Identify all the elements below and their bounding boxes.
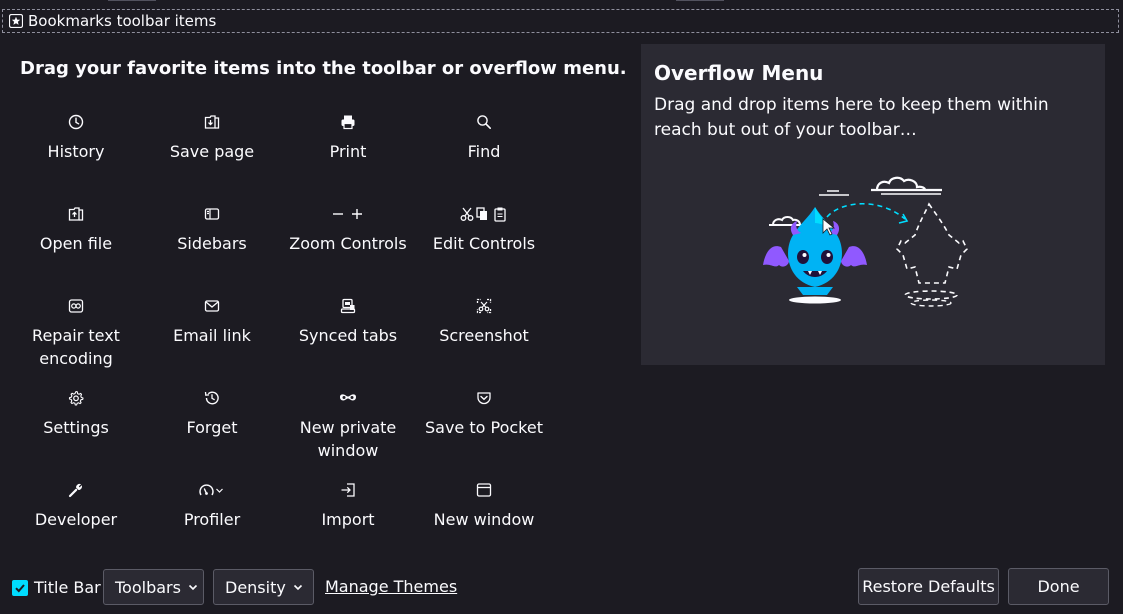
- palette-item-developer[interactable]: Developer: [8, 474, 144, 566]
- density-dropdown[interactable]: Density: [213, 569, 314, 605]
- palette-item-label: Email link: [173, 326, 251, 345]
- palette-item-edit-controls[interactable]: Edit Controls: [416, 198, 552, 290]
- palette-item-new-window[interactable]: New window: [416, 474, 552, 566]
- palette-item-label: New window: [433, 510, 535, 529]
- overflow-menu-title: Overflow Menu: [654, 61, 824, 85]
- palette-item-synced-tabs[interactable]: Synced tabs: [280, 290, 416, 382]
- customize-footer: Title Bar Toolbars Density Manage Themes…: [0, 560, 1123, 614]
- palette-item-find[interactable]: Find: [416, 106, 552, 198]
- overflow-illustration: [759, 169, 989, 309]
- palette-heading: Drag your favorite items into the toolba…: [20, 58, 627, 79]
- palette-item-label: Edit Controls: [432, 234, 536, 253]
- chevron-down-icon: [187, 581, 199, 593]
- pocket-icon: [474, 388, 494, 408]
- palette-item-label: Find: [467, 142, 501, 161]
- sidebar-icon: [202, 204, 222, 224]
- palette-item-label: Open file: [39, 234, 113, 253]
- palette-item-label: History: [47, 142, 105, 161]
- palette-item-label: Developer: [34, 510, 118, 529]
- palette-item-screenshot[interactable]: Screenshot: [416, 290, 552, 382]
- palette-item-label: New private window: [299, 418, 397, 460]
- import-icon: [338, 480, 358, 500]
- tab-edge-mark: [108, 0, 156, 1]
- overflow-menu-panel[interactable]: Overflow Menu Drag and drop items here t…: [641, 44, 1105, 365]
- zoom-minus-plus-icon: [331, 204, 365, 224]
- palette-item-zoom-controls[interactable]: Zoom Controls: [280, 198, 416, 290]
- title-bar-checkbox[interactable]: [12, 580, 28, 596]
- customize-palette: History Save page Print Find Open file S…: [8, 106, 552, 566]
- palette-item-label: Repair text encoding: [32, 326, 120, 368]
- checkmark-icon: [15, 584, 25, 593]
- palette-item-label: Save page: [169, 142, 255, 161]
- profiler-gauge-icon: [198, 480, 226, 500]
- toolbars-dropdown[interactable]: Toolbars: [103, 569, 204, 605]
- palette-item-profiler[interactable]: Profiler: [144, 474, 280, 566]
- gear-icon: [66, 388, 86, 408]
- wrench-icon: [66, 480, 86, 500]
- new-window-icon: [474, 480, 494, 500]
- forget-history-icon: [202, 388, 222, 408]
- palette-item-label: Profiler: [183, 510, 241, 529]
- palette-item-label: Synced tabs: [298, 326, 398, 345]
- palette-item-history[interactable]: History: [8, 106, 144, 198]
- palette-item-label: Forget: [186, 418, 238, 437]
- clock-icon: [66, 112, 86, 132]
- palette-item-label: Save to Pocket: [425, 418, 543, 437]
- palette-item-print[interactable]: Print: [280, 106, 416, 198]
- palette-item-import[interactable]: Import: [280, 474, 416, 566]
- palette-item-label: Sidebars: [177, 234, 247, 253]
- palette-item-settings[interactable]: Settings: [8, 382, 144, 474]
- palette-item-save-to-pocket[interactable]: Save to Pocket: [416, 382, 552, 474]
- search-icon: [474, 112, 494, 132]
- screenshot-icon: [474, 296, 494, 316]
- palette-item-label: Print: [329, 142, 367, 161]
- save-page-icon: [202, 112, 222, 132]
- tab-edge-mark: [676, 0, 724, 1]
- envelope-icon: [202, 296, 222, 316]
- cut-copy-paste-icon: [460, 204, 508, 224]
- palette-item-label: Settings: [43, 418, 109, 437]
- palette-item-label: Import: [321, 510, 375, 529]
- synced-tabs-icon: [338, 296, 358, 316]
- toolbars-dropdown-label: Toolbars: [115, 577, 181, 597]
- done-button[interactable]: Done: [1008, 568, 1109, 605]
- restore-defaults-button[interactable]: Restore Defaults: [858, 568, 999, 605]
- private-mask-icon: [338, 388, 358, 408]
- density-dropdown-label: Density: [225, 577, 286, 597]
- chevron-down-icon: [292, 581, 304, 593]
- palette-item-label: Zoom Controls: [289, 234, 407, 253]
- open-file-icon: [66, 204, 86, 224]
- title-bar-label[interactable]: Title Bar: [34, 578, 101, 597]
- palette-item-new-private-window[interactable]: New private window: [280, 382, 416, 474]
- palette-item-label: Screenshot: [439, 326, 529, 345]
- palette-item-open-file[interactable]: Open file: [8, 198, 144, 290]
- overflow-menu-description: Drag and drop items here to keep them wi…: [654, 95, 1049, 140]
- top-strip: [0, 0, 1123, 2]
- palette-item-email-link[interactable]: Email link: [144, 290, 280, 382]
- palette-item-save-page[interactable]: Save page: [144, 106, 280, 198]
- palette-item-forget[interactable]: Forget: [144, 382, 280, 474]
- bookmarks-toolbar-label: Bookmarks toolbar items: [28, 12, 217, 30]
- palette-item-repair-text-encoding[interactable]: Repair text encoding: [8, 290, 144, 382]
- bookmarks-toolbar-items[interactable]: Bookmarks toolbar items: [2, 9, 1119, 33]
- bookmark-star-icon: [9, 14, 23, 28]
- palette-item-sidebars[interactable]: Sidebars: [144, 198, 280, 290]
- printer-icon: [338, 112, 358, 132]
- text-encoding-icon: [66, 296, 86, 316]
- manage-themes-link[interactable]: Manage Themes: [325, 577, 457, 596]
